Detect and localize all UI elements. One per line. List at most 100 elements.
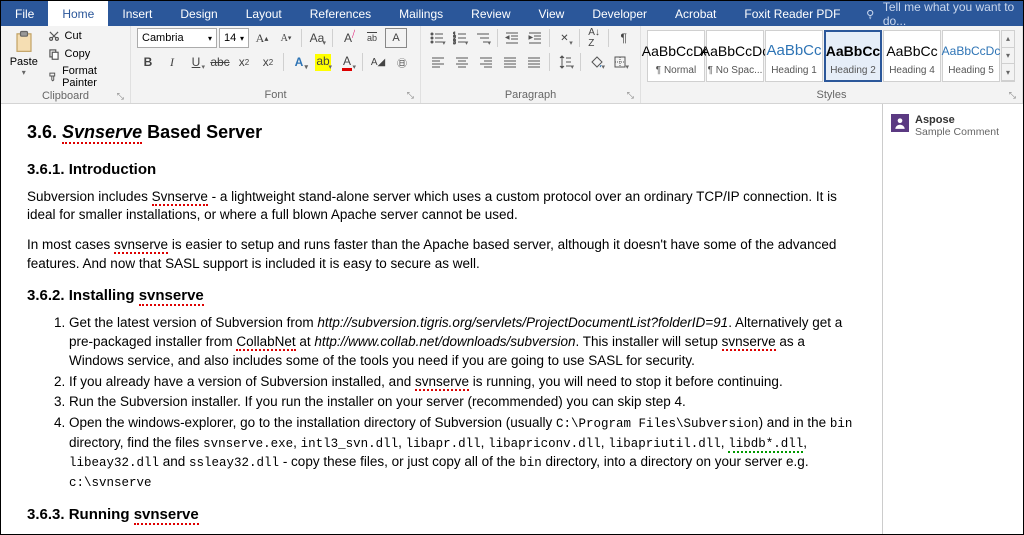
group-paragraph: ▾ 123▾ ▾ ✕▾ A↓Z ¶ ▾: [421, 26, 641, 103]
styles-scroll[interactable]: ▴▾▾: [1001, 30, 1015, 82]
lightbulb-icon: [864, 7, 876, 21]
style---no-spac---[interactable]: AaBbCcDc¶ No Spac...: [706, 30, 764, 82]
para-run: Now that svnserve is installed, you need…: [27, 533, 856, 534]
chevron-icon[interactable]: ▾: [1002, 48, 1014, 65]
tab-review[interactable]: Review: [457, 1, 524, 26]
paragraph-launcher-icon[interactable]: ⤡: [627, 90, 634, 101]
font-launcher-icon[interactable]: ⤡: [407, 90, 414, 101]
avatar: [891, 114, 909, 132]
italic-button[interactable]: I: [161, 52, 183, 72]
justify-icon: [503, 55, 517, 69]
shrink-font-button[interactable]: A▾: [275, 28, 297, 48]
borders-button[interactable]: ▾: [609, 52, 631, 72]
align-left-button[interactable]: [427, 52, 449, 72]
justify-button[interactable]: [499, 52, 521, 72]
chevron-icon[interactable]: ▾: [1002, 64, 1014, 81]
decrease-indent-button[interactable]: [502, 28, 523, 48]
line-spacing-button[interactable]: ▾: [554, 52, 576, 72]
chevron-icon[interactable]: ▴: [1002, 31, 1014, 48]
font-size-select[interactable]: 14▾: [219, 28, 249, 48]
chevron-down-icon: ▾: [22, 68, 26, 77]
tab-file[interactable]: File: [1, 1, 48, 26]
font-color-button[interactable]: A▾: [336, 52, 358, 72]
tab-view[interactable]: View: [525, 1, 579, 26]
outdent-icon: [505, 31, 519, 45]
copy-button[interactable]: Copy: [45, 46, 124, 62]
install-list: Get the latest version of Subversion fro…: [69, 314, 856, 492]
comment-author: Aspose: [915, 114, 999, 126]
multilevel-list-button[interactable]: ▾: [472, 28, 493, 48]
scissors-icon: [47, 29, 61, 43]
cut-button[interactable]: Cut: [45, 28, 124, 44]
style-heading-4[interactable]: AaBbCcHeading 4: [883, 30, 941, 82]
asian-layout-button[interactable]: ✕▾: [554, 28, 575, 48]
sort-button[interactable]: A↓Z: [584, 28, 605, 48]
indent-icon: [528, 31, 542, 45]
distributed-icon: [527, 55, 541, 69]
style---normal[interactable]: AaBbCcDc¶ Normal: [647, 30, 705, 82]
tab-insert[interactable]: Insert: [108, 1, 166, 26]
styles-launcher-icon[interactable]: ⤡: [1009, 90, 1016, 101]
copy-icon: [47, 47, 61, 61]
ribbon: Paste ▾ Cut Copy Format Painter Clipboar…: [1, 26, 1023, 104]
bold-button[interactable]: B: [137, 52, 159, 72]
style-heading-5[interactable]: AaBbCcDcHeading 5: [942, 30, 1000, 82]
format-painter-button[interactable]: Format Painter: [45, 64, 124, 90]
tab-acrobat[interactable]: Acrobat: [661, 1, 730, 26]
svg-text:3: 3: [453, 40, 456, 45]
clipboard-icon: [10, 28, 38, 56]
phonetic-guide-button[interactable]: ab: [361, 28, 383, 48]
superscript-button[interactable]: x2: [257, 52, 279, 72]
highlight-button[interactable]: ab▾: [312, 52, 334, 72]
comment-item[interactable]: Aspose Sample Comment: [891, 114, 1015, 138]
style-heading-1[interactable]: AaBbCcHeading 1: [765, 30, 823, 82]
align-left-icon: [431, 55, 445, 69]
tab-design[interactable]: Design: [166, 1, 231, 26]
paste-button[interactable]: Paste ▾: [7, 28, 41, 90]
heading-3-6-1: 3.6.1. Introduction: [27, 161, 856, 178]
underline-button[interactable]: U▾: [185, 52, 207, 72]
tab-mailings[interactable]: Mailings: [385, 1, 457, 26]
tab-developer[interactable]: Developer: [578, 1, 661, 26]
list-item: Open the windows-explorer, go to the ins…: [69, 414, 856, 492]
subscript-button[interactable]: x2: [233, 52, 255, 72]
tab-references[interactable]: References: [296, 1, 385, 26]
text-effects-button[interactable]: A▾: [288, 52, 310, 72]
clipboard-launcher-icon[interactable]: ⤡: [117, 91, 124, 102]
align-right-button[interactable]: [475, 52, 497, 72]
shading-button[interactable]: ▾: [585, 52, 607, 72]
bullets-button[interactable]: ▾: [427, 28, 448, 48]
workspace: 3.6. Svnserve Based Server 3.6.1. Introd…: [1, 104, 1023, 534]
heading-3-6-3: 3.6.3. Running svnserve: [27, 506, 856, 523]
align-right-icon: [479, 55, 493, 69]
tab-layout[interactable]: Layout: [232, 1, 296, 26]
character-border-button[interactable]: A: [385, 28, 407, 48]
align-center-button[interactable]: [451, 52, 473, 72]
distributed-button[interactable]: [523, 52, 545, 72]
numbering-button[interactable]: 123▾: [450, 28, 471, 48]
group-font: Cambria▾ 14▾ A▴ A▾ Aa▾ A⧸ ab A B I U▾ ab…: [131, 26, 421, 103]
font-name-select[interactable]: Cambria▾: [137, 28, 217, 48]
character-shading-button[interactable]: A◢: [367, 52, 389, 72]
group-clipboard: Paste ▾ Cut Copy Format Painter Clipboar…: [1, 26, 131, 103]
group-styles: AaBbCcDc¶ NormalAaBbCcDc¶ No Spac...AaBb…: [641, 26, 1023, 103]
increase-indent-button[interactable]: [525, 28, 546, 48]
tell-me-search[interactable]: Tell me what you want to do...: [854, 1, 1023, 26]
change-case-button[interactable]: Aa▾: [306, 28, 328, 48]
style-heading-2[interactable]: AaBbCcHeading 2: [824, 30, 882, 82]
list-item: Run the Subversion installer. If you run…: [69, 393, 856, 412]
grow-font-button[interactable]: A▴: [251, 28, 273, 48]
document-body[interactable]: 3.6. Svnserve Based Server 3.6.1. Introd…: [1, 104, 883, 534]
comment-body: Sample Comment: [915, 126, 999, 138]
align-center-icon: [455, 55, 469, 69]
person-icon: [893, 116, 907, 130]
strikethrough-button[interactable]: abc: [209, 52, 231, 72]
clear-formatting-button[interactable]: A⧸: [337, 28, 359, 48]
tab-home[interactable]: Home: [48, 1, 108, 26]
tab-foxit[interactable]: Foxit Reader PDF: [730, 1, 854, 26]
para-intro-1: Subversion includes Svnserve - a lightwe…: [27, 188, 856, 224]
heading-3-6-2: 3.6.2. Installing svnserve: [27, 287, 856, 304]
show-hide-button[interactable]: ¶: [613, 28, 634, 48]
enclose-characters-button[interactable]: ㊐: [391, 52, 413, 72]
list-item: Get the latest version of Subversion fro…: [69, 314, 856, 371]
